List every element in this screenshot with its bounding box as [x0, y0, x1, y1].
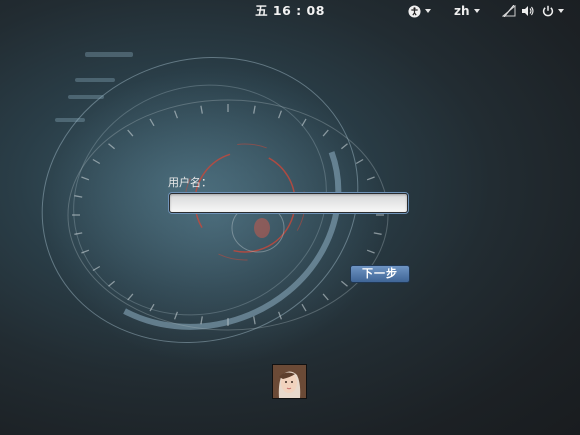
chevron-down-icon — [425, 9, 431, 13]
clock-label[interactable]: 五 16 : 08 — [255, 3, 325, 18]
chevron-down-icon — [558, 9, 564, 13]
chevron-down-icon — [473, 9, 480, 13]
username-label: 用户名： — [168, 176, 212, 189]
user-photo-image — [273, 365, 306, 398]
power-icon — [542, 5, 554, 17]
clock-area: 五 16 : 08 — [0, 0, 580, 22]
language-label: zh — [454, 4, 470, 18]
accessibility-menu[interactable] — [408, 0, 431, 22]
network-icon — [502, 5, 516, 17]
power-menu[interactable] — [542, 0, 564, 22]
volume-icon — [522, 6, 534, 16]
network-status[interactable] — [502, 0, 516, 22]
accessibility-icon — [408, 4, 421, 18]
avatar[interactable] — [272, 364, 307, 399]
username-input[interactable] — [169, 193, 408, 213]
next-button[interactable]: 下一步 — [350, 265, 410, 283]
language-menu[interactable]: zh — [454, 0, 480, 22]
top-bar: 五 16 : 08 zh — [0, 0, 580, 22]
volume-status[interactable] — [521, 0, 535, 22]
